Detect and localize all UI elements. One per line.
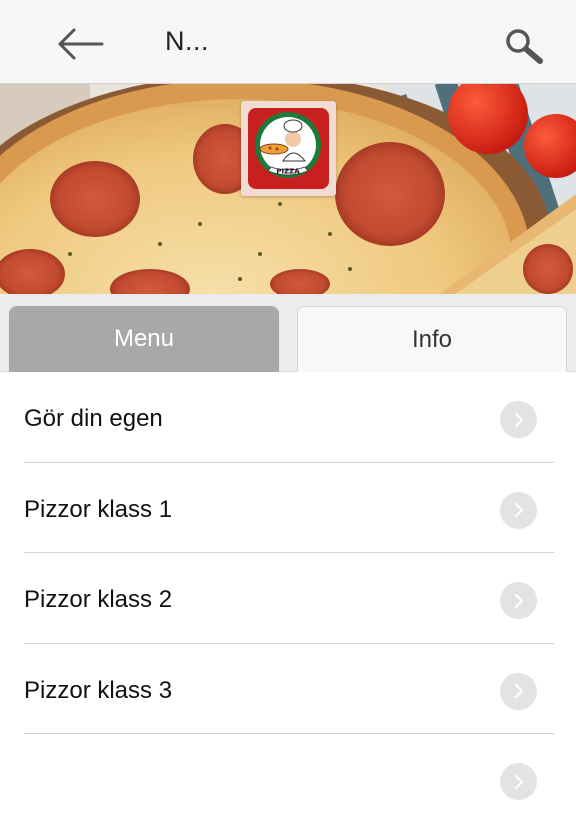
list-item[interactable] [0,734,576,825]
logo-text: PIZZA [276,168,300,176]
chevron-right-icon [500,672,537,710]
chevron-right-icon [500,401,537,438]
menu-list: Gör din egen Pizzor klass 1 Pizzor klass… [0,372,576,825]
tab-info[interactable]: Info [297,306,567,372]
magnifier-icon [506,29,543,64]
chevron-right-icon [500,763,537,800]
list-item[interactable]: Gör din egen [0,372,576,463]
list-item[interactable]: Pizzor klass 1 [0,463,576,553]
search-button[interactable] [503,26,545,64]
tab-menu[interactable]: Menu [9,306,279,372]
tab-bar: Menu Info [0,294,576,372]
chevron-right-icon [500,491,537,529]
nav-header: N... [0,0,576,84]
back-button[interactable] [54,26,106,62]
list-item[interactable]: Pizzor klass 2 [0,553,576,644]
list-item-label: Pizzor klass 1 [24,495,173,523]
list-item-label: Gör din egen [24,405,163,432]
restaurant-logo: PIZZA [241,101,336,196]
list-item-label: Pizzor klass 2 [24,586,173,613]
page-title: N... [165,26,210,56]
chevron-right-icon [500,582,537,619]
list-item[interactable]: Pizzor klass 3 [0,644,576,734]
list-item-label: Pizzor klass 3 [24,676,173,704]
arrow-left-icon [58,28,104,60]
